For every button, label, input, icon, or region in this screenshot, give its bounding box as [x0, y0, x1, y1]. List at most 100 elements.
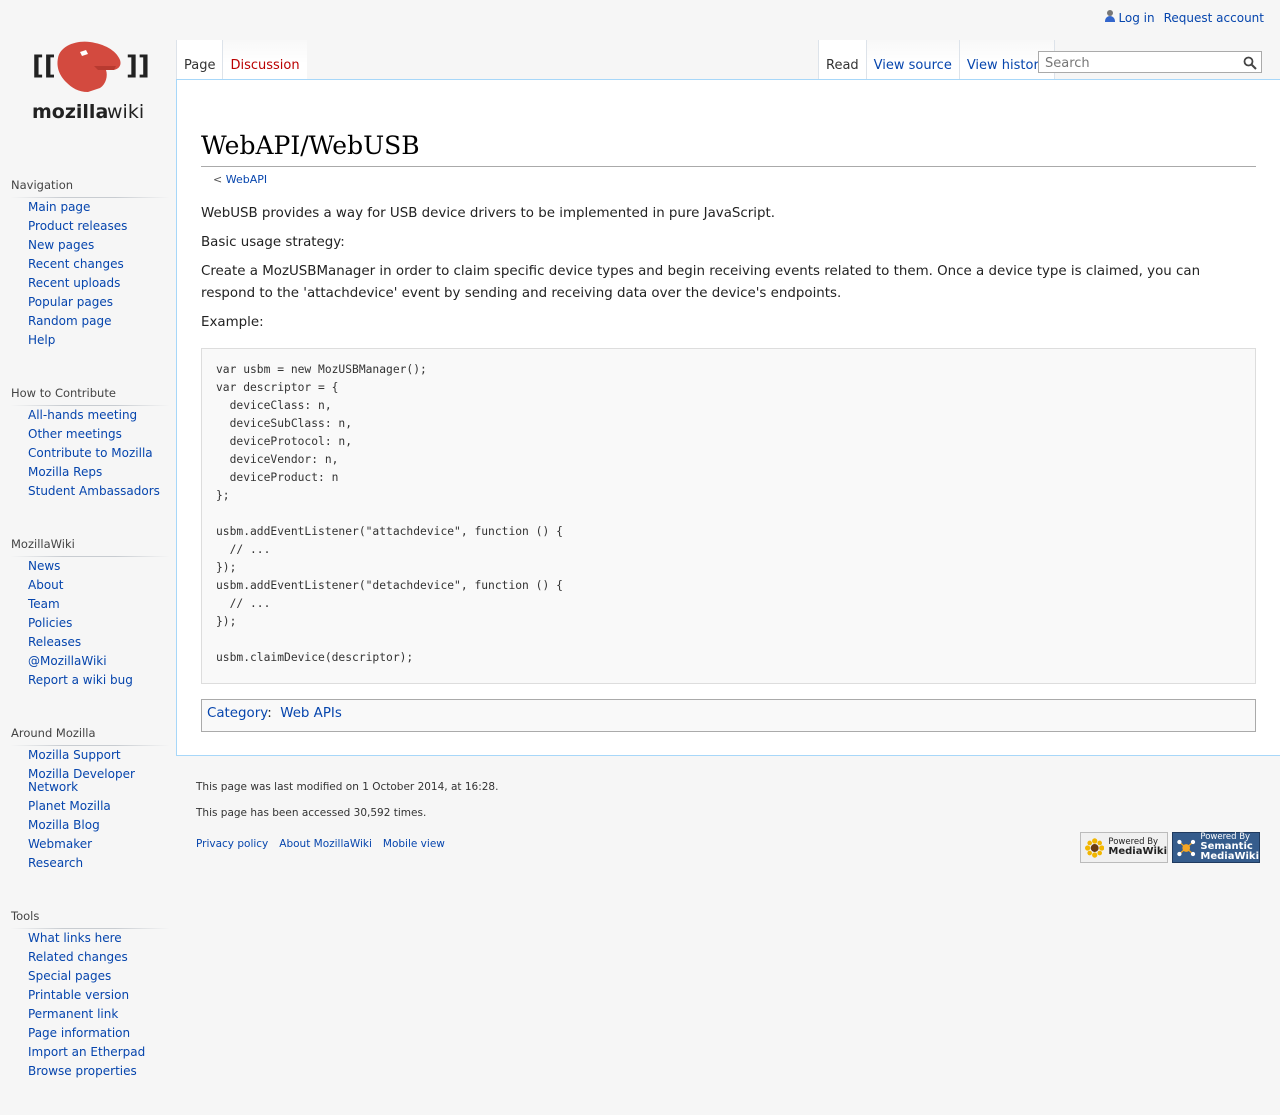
sidebar-item: Special pages	[28, 967, 169, 986]
search-box	[1038, 51, 1262, 73]
sidebar-link-tools-1[interactable]: Related changes	[28, 950, 128, 964]
sidebar-item: News	[28, 557, 169, 576]
sidebar-link-around-0[interactable]: Mozilla Support	[28, 748, 121, 762]
category-links: Category: Web APIs	[201, 699, 1256, 732]
tab-discussion-label[interactable]: Discussion	[230, 58, 299, 73]
footer-link-privacy[interactable]: Privacy policy	[196, 838, 268, 850]
sidebar-link-around-3[interactable]: Mozilla Blog	[28, 818, 100, 832]
sidebar-link-navigation-7[interactable]: Help	[28, 333, 55, 347]
search-icon[interactable]	[1243, 55, 1257, 70]
personal-tools: Log in Request account	[1105, 10, 1264, 25]
footer-link-mobile-view[interactable]: Mobile view	[383, 838, 445, 850]
sidebar-item: Research	[28, 854, 169, 873]
sidebar-link-navigation-5[interactable]: Popular pages	[28, 295, 113, 309]
sidebar-item: Related changes	[28, 948, 169, 967]
portal-how-to-contribute: How to Contribute All-hands meeting Other…	[11, 385, 169, 501]
sidebar-item: Contribute to Mozilla	[28, 444, 169, 463]
tab-page-label: Page	[184, 58, 216, 73]
footer-link-about[interactable]: About MozillaWiki	[279, 838, 372, 850]
sidebar-link-mozillawiki-5[interactable]: @MozillaWiki	[28, 654, 107, 668]
semantic-network-icon	[1177, 839, 1196, 856]
tab-discussion[interactable]: Discussion	[222, 40, 307, 79]
sidebar-item: About	[28, 576, 169, 595]
sidebar-link-around-4[interactable]: Webmaker	[28, 837, 92, 851]
sidebar-item: Page information	[28, 1024, 169, 1043]
footer-last-modified: This page was last modified on 1 October…	[196, 781, 499, 793]
sunflower-icon	[1085, 837, 1105, 858]
sidebar-link-mozillawiki-6[interactable]: Report a wiki bug	[28, 673, 133, 687]
sidebar-item: Releases	[28, 633, 169, 652]
sidebar-link-tools-0[interactable]: What links here	[28, 931, 122, 945]
footer-links: Privacy policy About MozillaWiki Mobile …	[196, 838, 498, 850]
sidebar-item: Other meetings	[28, 425, 169, 444]
breadcrumb: < WebAPI	[213, 173, 267, 186]
sidebar-link-contribute-3[interactable]: Mozilla Reps	[28, 465, 102, 479]
sidebar-link-tools-5[interactable]: Page information	[28, 1026, 130, 1040]
portal-heading: How to Contribute	[11, 385, 169, 406]
portal-list: News About Team Policies Releases @MozillaWik…	[11, 557, 169, 690]
tab-view-history-label[interactable]: View history	[967, 58, 1047, 73]
tab-view-source-label[interactable]: View source	[874, 58, 952, 73]
sidebar-link-tools-6[interactable]: Import an Etherpad	[28, 1045, 145, 1059]
sidebar-link-mozillawiki-2[interactable]: Team	[28, 597, 60, 611]
sidebar-link-contribute-0[interactable]: All-hands meeting	[28, 408, 137, 422]
sidebar-link-around-1[interactable]: Mozilla Developer Network	[28, 767, 135, 794]
sidebar-link-mozillawiki-1[interactable]: About	[28, 578, 63, 592]
portal-list: Main page Product releases New pages Recent…	[11, 198, 169, 350]
sidebar-link-contribute-4[interactable]: Student Ambassadors	[28, 484, 160, 498]
sidebar-link-around-5[interactable]: Research	[28, 856, 83, 870]
sidebar-item: New pages	[28, 236, 169, 255]
sidebar-item: Browse properties	[28, 1062, 169, 1081]
login-link[interactable]: Log in	[1118, 11, 1154, 25]
sidebar-link-navigation-2[interactable]: New pages	[28, 238, 94, 252]
sidebar-link-tools-3[interactable]: Printable version	[28, 988, 129, 1002]
sidebar-item: What links here	[28, 929, 169, 948]
paragraph-example-heading: Example:	[201, 315, 264, 330]
sidebar-item: Mozilla Reps	[28, 463, 169, 482]
powered-by-semantic-mediawiki-badge[interactable]: Powered By Semantic MediaWiki	[1172, 832, 1260, 863]
tab-view-source[interactable]: View source	[865, 40, 959, 79]
sidebar-link-navigation-3[interactable]: Recent changes	[28, 257, 124, 271]
category-label-link[interactable]: Category	[207, 706, 267, 721]
sidebar-link-around-2[interactable]: Planet Mozilla	[28, 799, 111, 813]
site-logo[interactable]: [[ ]] mozilla wiki	[28, 38, 150, 128]
sidebar-link-mozillawiki-0[interactable]: News	[28, 559, 60, 573]
logo-wordmark-light: wiki	[107, 101, 144, 123]
portal-around-mozilla: Around Mozilla Mozilla Support Mozilla De…	[11, 725, 169, 873]
sidebar-link-navigation-6[interactable]: Random page	[28, 314, 111, 328]
tab-read-label: Read	[826, 58, 859, 73]
sidebar-link-contribute-2[interactable]: Contribute to Mozilla	[28, 446, 153, 460]
sidebar-link-mozillawiki-3[interactable]: Policies	[28, 616, 72, 630]
logo-bracket-right: ]]	[126, 51, 150, 81]
sidebar-link-mozillawiki-4[interactable]: Releases	[28, 635, 81, 649]
paragraph-strategy-heading: Basic usage strategy:	[201, 235, 345, 250]
sidebar-item: Printable version	[28, 986, 169, 1005]
sidebar-link-navigation-1[interactable]: Product releases	[28, 219, 127, 233]
sidebar-item: Student Ambassadors	[28, 482, 169, 501]
footer: This page was last modified on 1 October…	[196, 780, 498, 850]
portal-list: What links here Related changes Special pa…	[11, 929, 169, 1081]
category-web-apis-link[interactable]: Web APIs	[280, 706, 342, 721]
sidebar-item: Planet Mozilla	[28, 797, 169, 816]
search-input[interactable]	[1043, 54, 1237, 72]
code-block: var usbm = new MozUSBManager(); var desc…	[201, 348, 1256, 684]
sidebar-link-contribute-1[interactable]: Other meetings	[28, 427, 122, 441]
powered-by-mediawiki-badge[interactable]: Powered By MediaWiki	[1080, 832, 1168, 863]
sidebar-link-tools-2[interactable]: Special pages	[28, 969, 111, 983]
sidebar-item: Import an Etherpad	[28, 1043, 169, 1062]
sidebar-link-navigation-0[interactable]: Main page	[28, 200, 90, 214]
tab-page[interactable]: Page	[176, 40, 223, 79]
sidebar-link-tools-7[interactable]: Browse properties	[28, 1064, 137, 1078]
sidebar-item: Mozilla Blog	[28, 816, 169, 835]
sidebar-link-navigation-4[interactable]: Recent uploads	[28, 276, 120, 290]
sidebar-link-tools-4[interactable]: Permanent link	[28, 1007, 118, 1021]
tab-read[interactable]: Read	[818, 40, 866, 79]
main-content: WebAPI/WebUSB < WebAPI WebUSB provides a…	[176, 79, 1280, 756]
namespace-tabs: Page Discussion	[176, 40, 307, 79]
sidebar-item: Mozilla Support	[28, 746, 169, 765]
breadcrumb-link-webapi[interactable]: WebAPI	[226, 173, 267, 186]
portal-heading: Tools	[11, 908, 169, 929]
code-text: var usbm = new MozUSBManager(); var desc…	[216, 363, 563, 664]
request-account-link[interactable]: Request account	[1164, 11, 1264, 25]
sidebar-item: Permanent link	[28, 1005, 169, 1024]
